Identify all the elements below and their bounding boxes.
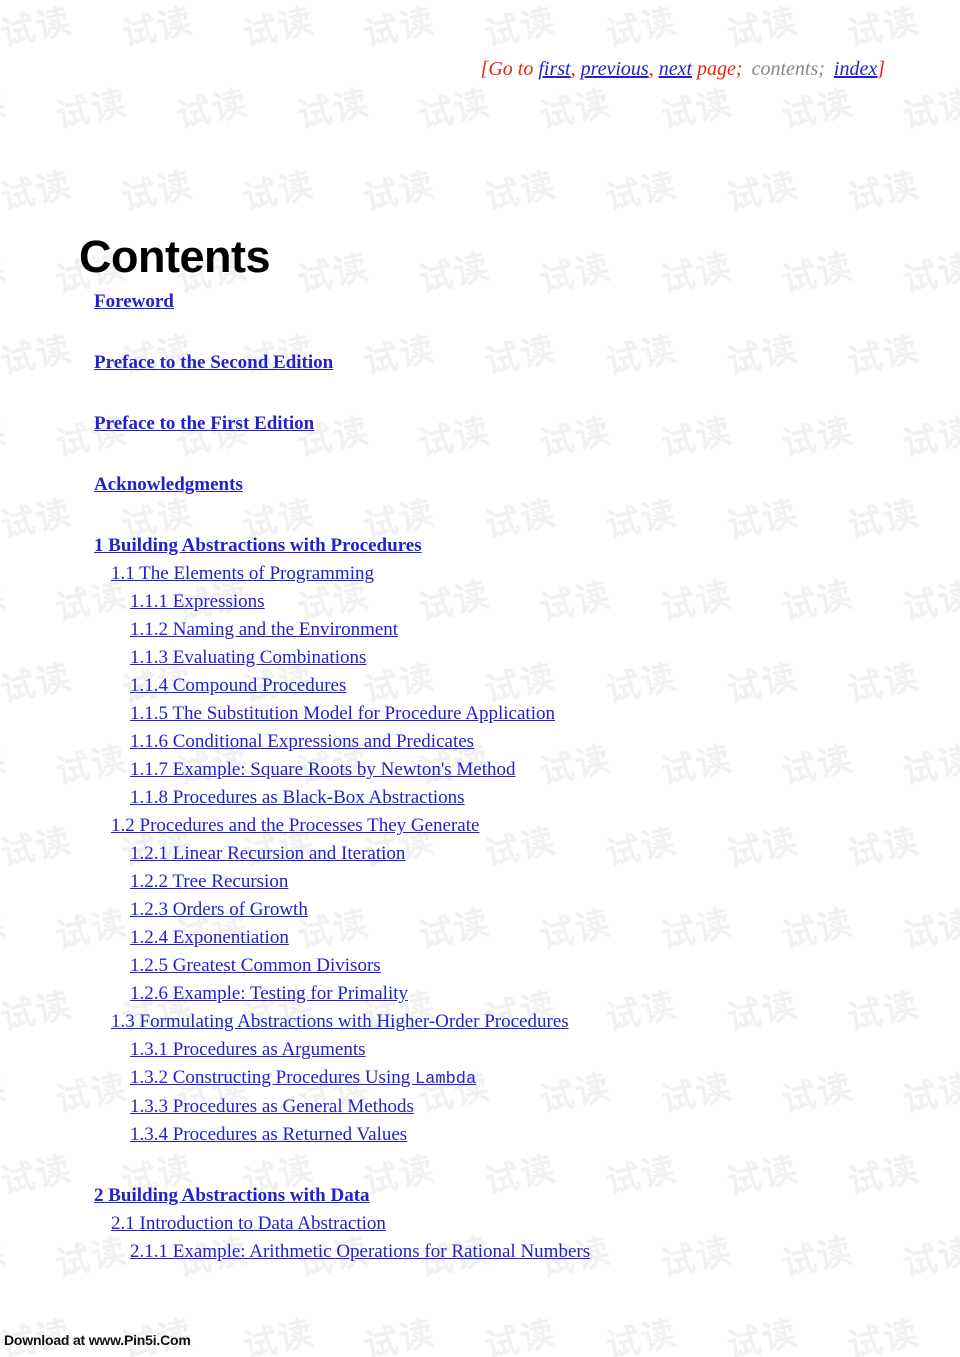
- toc-chapter-gap: [0, 1153, 960, 1186]
- nav-goto-label: Go to: [488, 58, 539, 80]
- toc-chapter-link[interactable]: 1 Building Abstractions with Procedures: [94, 536, 960, 555]
- toc-subsection-link[interactable]: 1.1.2 Naming and the Environment: [130, 620, 960, 639]
- nav-link-previous[interactable]: previous: [581, 58, 649, 80]
- toc-subsection-link[interactable]: 1.2.2 Tree Recursion: [130, 872, 960, 891]
- toc-front-matter-link[interactable]: Preface to the First Edition: [94, 414, 960, 433]
- nav-link-next[interactable]: next: [659, 58, 692, 80]
- toc-subsection-link[interactable]: 1.2.5 Greatest Common Divisors: [130, 956, 960, 975]
- page-title: Contents: [79, 231, 271, 283]
- toc-section-link[interactable]: 1.3 Formulating Abstractions with Higher…: [111, 1012, 960, 1031]
- navigation-bar: [Go to first, previous, next page; conten…: [0, 58, 885, 81]
- toc-subsection-link[interactable]: 1.1.7 Example: Square Roots by Newton's …: [130, 760, 960, 779]
- nav-page-label: page;: [692, 58, 743, 80]
- toc-entry-label: 1.3.2 Constructing Procedures Using: [130, 1067, 415, 1088]
- toc-chapter-link[interactable]: 2 Building Abstractions with Data: [94, 1186, 960, 1205]
- toc-subsection-link[interactable]: 1.1.6 Conditional Expressions and Predic…: [130, 732, 960, 751]
- toc-front-matter-link[interactable]: Foreword: [94, 292, 960, 311]
- footer-watermark-text: Download at www.Pin5i.Com: [4, 1332, 191, 1348]
- toc-subsection-link[interactable]: 1.3.3 Procedures as General Methods: [130, 1097, 960, 1116]
- toc-front-matter-link[interactable]: Acknowledgments: [94, 475, 960, 494]
- toc-subsection-link[interactable]: 2.1.1 Example: Arithmetic Operations for…: [130, 1242, 960, 1261]
- toc-section-link[interactable]: 2.1 Introduction to Data Abstraction: [111, 1214, 960, 1233]
- document-page: [Go to first, previous, next page; conten…: [0, 0, 960, 1357]
- nav-contents-label: contents;: [751, 58, 825, 80]
- nav-close-bracket: ]: [877, 58, 885, 80]
- toc-subsection-link[interactable]: 1.2.3 Orders of Growth: [130, 900, 960, 919]
- toc-subsection-link[interactable]: 1.1.3 Evaluating Combinations: [130, 648, 960, 667]
- toc-subsection-link[interactable]: 1.3.2 Constructing Procedures Using Lamb…: [130, 1068, 960, 1088]
- toc-front-matter-link[interactable]: Preface to the Second Edition: [94, 353, 960, 372]
- toc-subsection-link[interactable]: 1.1.4 Compound Procedures: [130, 676, 960, 695]
- toc-subsection-link[interactable]: 1.1.8 Procedures as Black-Box Abstractio…: [130, 788, 960, 807]
- toc-subsection-link[interactable]: 1.1.1 Expressions: [130, 592, 960, 611]
- toc-section-link[interactable]: 1.2 Procedures and the Processes They Ge…: [111, 816, 960, 835]
- toc-subsection-link[interactable]: 1.2.4 Exponentiation: [130, 928, 960, 947]
- toc-section-link[interactable]: 1.1 The Elements of Programming: [111, 564, 960, 583]
- nav-link-first[interactable]: first: [538, 58, 570, 80]
- nav-separator-1: ,: [570, 58, 581, 80]
- table-of-contents: Foreword Preface to the Second Edition Pre…: [0, 292, 960, 1270]
- toc-subsection-link[interactable]: 1.2.1 Linear Recursion and Iteration: [130, 844, 960, 863]
- toc-subsection-link[interactable]: 1.3.4 Procedures as Returned Values: [130, 1125, 960, 1144]
- toc-entry-code-term: Lambda: [414, 1070, 477, 1089]
- nav-separator-2: ,: [648, 58, 659, 80]
- toc-subsection-link[interactable]: 1.3.1 Procedures as Arguments: [130, 1040, 960, 1059]
- toc-subsection-link[interactable]: 1.1.5 The Substitution Model for Procedu…: [130, 704, 960, 723]
- toc-subsection-link[interactable]: 1.2.6 Example: Testing for Primality: [130, 984, 960, 1003]
- nav-link-index[interactable]: index: [834, 58, 877, 80]
